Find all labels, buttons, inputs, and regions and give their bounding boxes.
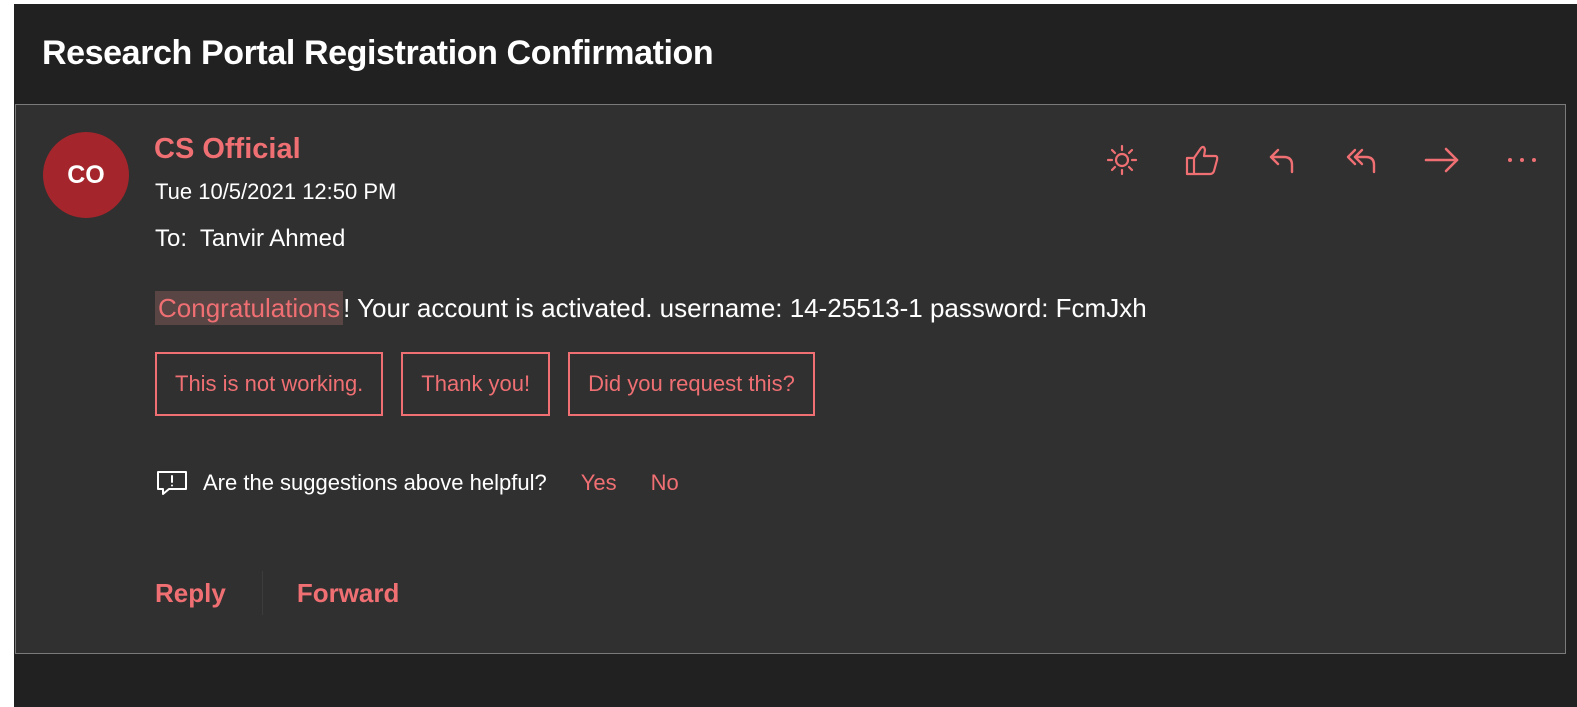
message-actions [1099,137,1545,183]
feedback-yes-link[interactable]: Yes [581,470,617,496]
message-body-text: ! Your account is activated. username: 1… [343,293,1147,323]
footer-divider [261,571,263,615]
suggested-reply-not-working[interactable]: This is not working. [155,352,384,416]
message-card: CO CS Official Tue 10/5/2021 12:50 PM To… [15,104,1566,654]
forward-icon[interactable] [1419,137,1465,183]
more-icon[interactable] [1499,137,1545,183]
message-date: Tue 10/5/2021 12:50 PM [155,179,397,204]
forward-button[interactable]: Forward [297,578,400,609]
to-label: To: [155,225,188,252]
feedback-question: Are the suggestions above helpful? [203,470,547,495]
recipient-line: To: Tanvir Ahmed [155,225,345,253]
suggestion-feedback: Are the suggestions above helpful? Yes N… [155,467,679,499]
feedback-icon [155,467,189,499]
suggested-reply-did-you-request[interactable]: Did you request this? [568,352,815,416]
sender-avatar[interactable]: CO [43,132,129,218]
suggested-replies: This is not working. Thank you! Did you … [155,352,815,416]
email-subject: Research Portal Registration Confirmatio… [42,34,714,72]
message-body: Congratulations! Your account is activat… [155,287,1147,329]
highlighted-word: Congratulations [155,291,344,325]
reply-all-icon[interactable] [1339,137,1385,183]
reply-button[interactable]: Reply [155,578,226,609]
reading-pane: Research Portal Registration Confirmatio… [14,4,1577,707]
recipient-name[interactable]: Tanvir Ahmed [200,225,345,252]
reply-icon[interactable] [1259,137,1305,183]
brightness-icon[interactable] [1099,137,1145,183]
suggested-reply-thank-you[interactable]: Thank you! [401,352,551,416]
feedback-no-link[interactable]: No [651,470,679,496]
message-footer: Reply Forward [155,571,399,615]
sender-name[interactable]: CS Official [154,132,301,166]
thumbs-up-icon[interactable] [1179,137,1225,183]
